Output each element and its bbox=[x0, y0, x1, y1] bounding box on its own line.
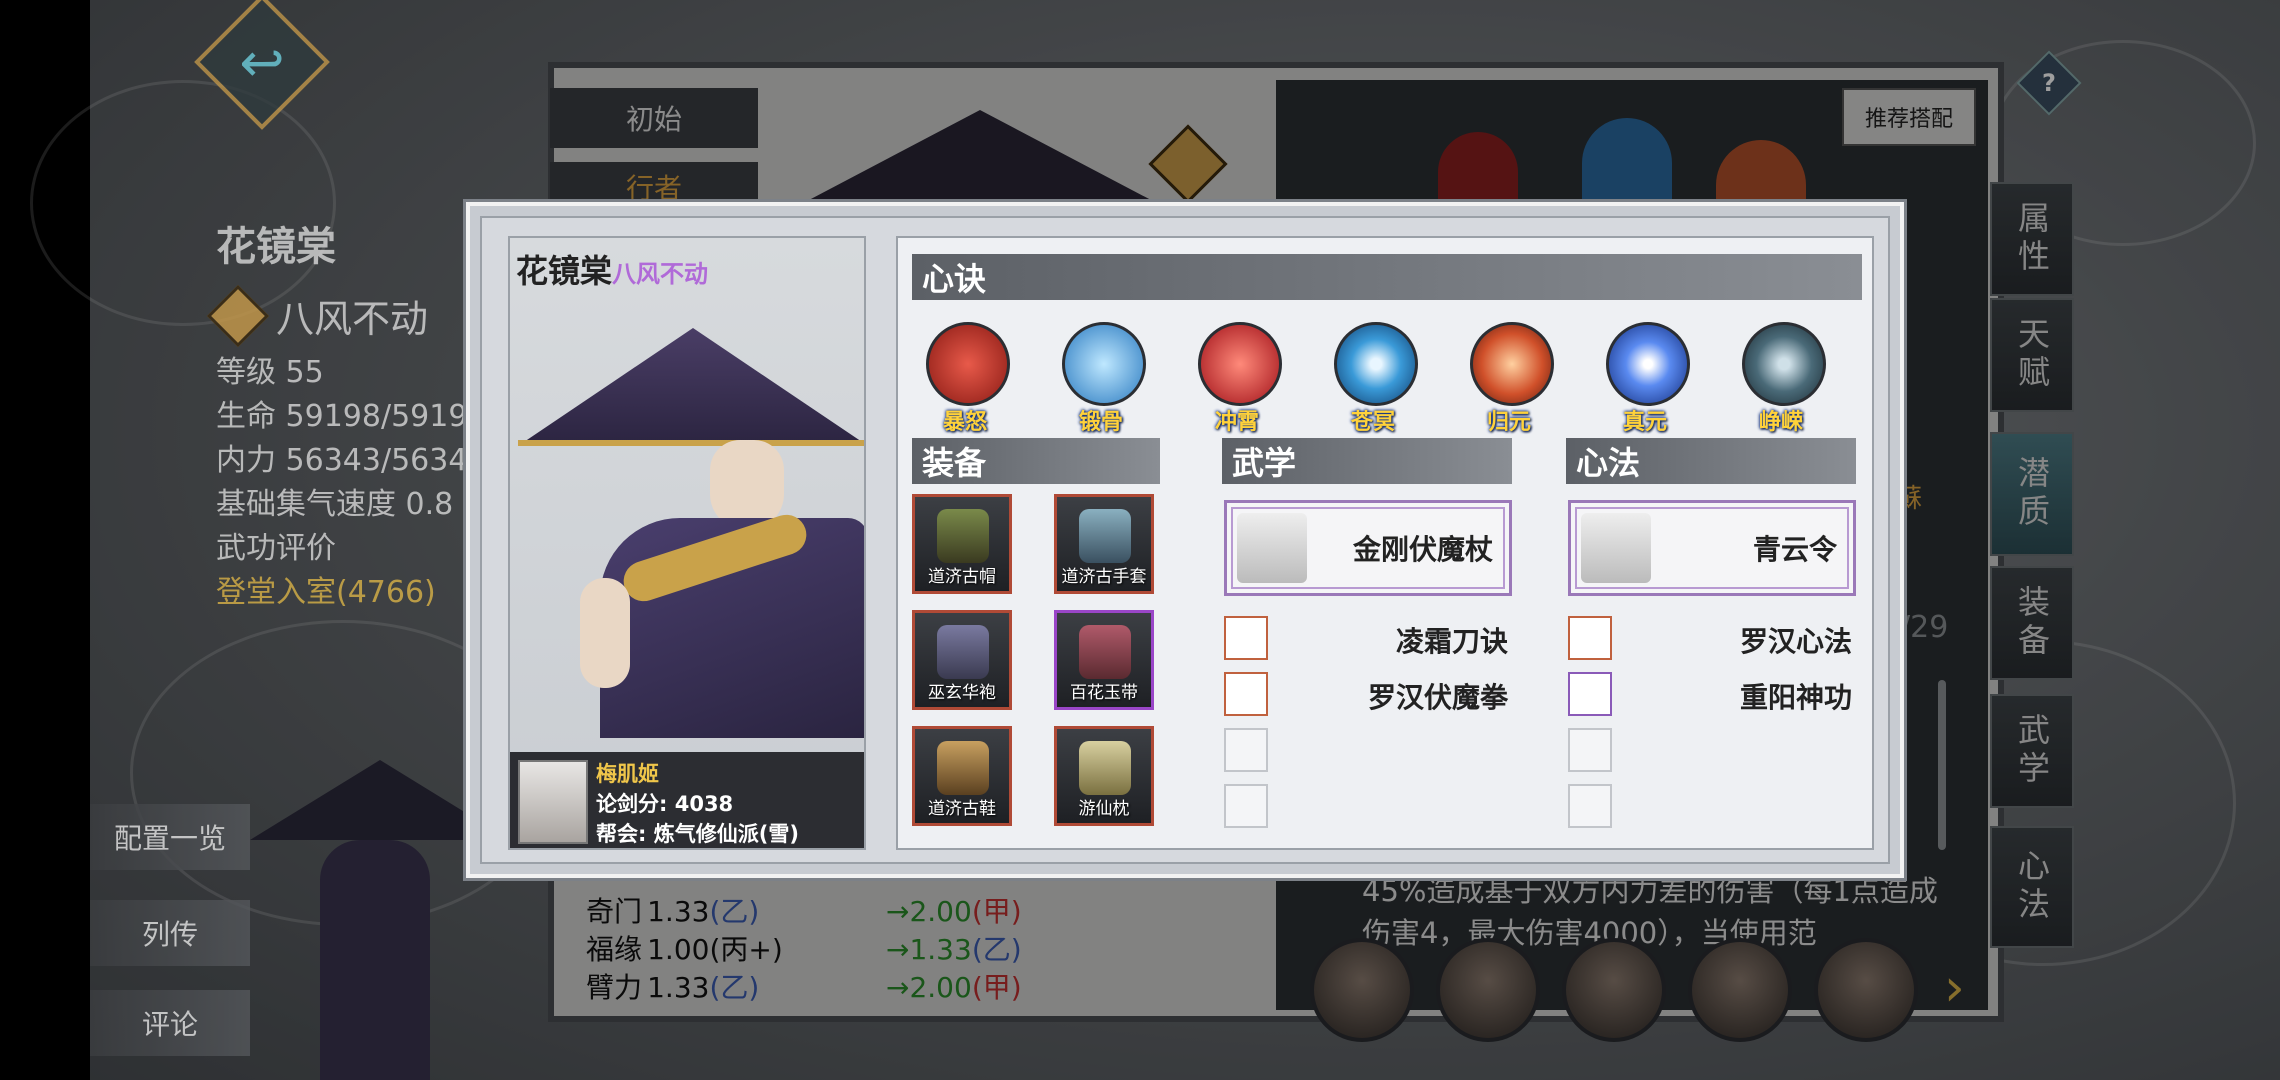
comment-button[interactable]: 评论 bbox=[90, 990, 250, 1056]
xinjue-label: 暴怒 bbox=[942, 410, 987, 435]
martial-main-skill[interactable]: 金刚伏魔杖 bbox=[1224, 500, 1512, 596]
xinjue-label: 峥嵘 bbox=[1758, 410, 1803, 435]
xinfa-sub-skill-name: 罗汉心法 bbox=[1739, 625, 1852, 658]
loadout-card: 心诀 暴怒 锻骨 冲霄 苍冥 归元 真元 峥嵘 装备 武学 心法 道济古帽 道济… bbox=[896, 236, 1874, 850]
stat-mp: 内力 56343/5634 bbox=[216, 443, 468, 478]
xinjue-return-icon[interactable] bbox=[1470, 322, 1554, 406]
equip-slot-robe[interactable]: 巫玄华袍 bbox=[912, 610, 1012, 710]
owner-info: 梅肌姬 论剑分: 4038 帮会: 炼气修仙派(雪) bbox=[510, 752, 864, 848]
xinfa-sub-skill-icon[interactable] bbox=[1568, 616, 1612, 660]
equip-slot-shoes[interactable]: 道济古鞋 bbox=[912, 726, 1012, 826]
rating-value: 登堂入室(4766) bbox=[216, 575, 436, 610]
martial-empty-slot[interactable] bbox=[1224, 728, 1268, 772]
config-overview-button[interactable]: 配置一览 bbox=[90, 804, 250, 870]
section-xinjue-header: 心诀 bbox=[912, 254, 1862, 300]
character-title: 八风不动 bbox=[276, 297, 429, 341]
card-character-title: 八风不动 bbox=[612, 260, 709, 288]
owner-avatar bbox=[518, 760, 588, 844]
rating-label: 武功评价 bbox=[216, 531, 336, 566]
card-header: 花镜棠八风不动 bbox=[516, 246, 708, 292]
martial-sub-skill-icon[interactable] bbox=[1224, 672, 1268, 716]
xinjue-label: 冲霄 bbox=[1214, 410, 1259, 435]
equip-slot-hat[interactable]: 道济古帽 bbox=[912, 494, 1012, 594]
xinjue-label: 真元 bbox=[1622, 410, 1667, 435]
character-detail-modal: 花镜棠八风不动 梅肌姬 论剑分: 4038 帮会: 炼气修仙派(雪) 心诀 暴怒… bbox=[466, 202, 1904, 878]
stat-level: 等级 55 bbox=[216, 355, 324, 390]
xinjue-label: 苍冥 bbox=[1350, 410, 1395, 435]
equip-slot-belt[interactable]: 百花玉带 bbox=[1054, 610, 1154, 710]
biography-button[interactable]: 列传 bbox=[90, 900, 250, 966]
face bbox=[710, 440, 784, 530]
xinjue-rage-icon[interactable] bbox=[926, 322, 1010, 406]
xinjue-label: 归元 bbox=[1486, 410, 1531, 435]
xinfa-main-skill[interactable]: 青云令 bbox=[1568, 500, 1856, 596]
martial-sub-skill-name: 罗汉伏魔拳 bbox=[1367, 681, 1508, 714]
martial-skill-icon bbox=[1237, 513, 1307, 583]
xinfa-skill-icon bbox=[1581, 513, 1651, 583]
xinjue-towering-icon[interactable] bbox=[1742, 322, 1826, 406]
section-martial-header: 武学 bbox=[1222, 438, 1512, 484]
xinjue-label: 锻骨 bbox=[1078, 410, 1123, 435]
card-character-name: 花镜棠 bbox=[516, 252, 613, 290]
xinjue-true-element-icon[interactable] bbox=[1606, 322, 1690, 406]
character-card: 花镜棠八风不动 梅肌姬 论剑分: 4038 帮会: 炼气修仙派(雪) bbox=[508, 236, 866, 850]
xinfa-empty-slot[interactable] bbox=[1568, 784, 1612, 828]
section-xinfa-header: 心法 bbox=[1566, 438, 1856, 484]
xinjue-bone-icon[interactable] bbox=[1062, 322, 1146, 406]
equip-slot-gloves[interactable]: 道济古手套 bbox=[1054, 494, 1154, 594]
xinfa-sub-skill-name: 重阳神功 bbox=[1739, 681, 1852, 714]
section-equipment-header: 装备 bbox=[912, 438, 1160, 484]
character-name: 花镜棠 bbox=[216, 224, 336, 270]
owner-score: 论剑分: 4038 bbox=[596, 792, 734, 816]
owner-name: 梅肌姬 bbox=[596, 762, 659, 786]
xinfa-empty-slot[interactable] bbox=[1568, 728, 1612, 772]
back-arrow-icon: ↩ bbox=[239, 30, 285, 94]
stat-hp: 生命 59198/5919 bbox=[216, 399, 468, 434]
xinjue-vortex-icon[interactable] bbox=[1334, 322, 1418, 406]
equip-slot-pillow[interactable]: 游仙枕 bbox=[1054, 726, 1154, 826]
xinjue-soar-icon[interactable] bbox=[1198, 322, 1282, 406]
xinfa-sub-skill-icon[interactable] bbox=[1568, 672, 1612, 716]
martial-sub-skill-icon[interactable] bbox=[1224, 616, 1268, 660]
raised-hand bbox=[580, 578, 630, 688]
martial-sub-skill-name: 凌霜刀诀 bbox=[1395, 625, 1508, 658]
owner-guild: 帮会: 炼气修仙派(雪) bbox=[596, 822, 799, 846]
stat-speed: 基础集气速度 0.8 bbox=[216, 487, 454, 522]
character-portrait-art bbox=[510, 328, 864, 738]
taiji-icon bbox=[206, 284, 270, 347]
bamboo-hat bbox=[518, 328, 864, 446]
martial-empty-slot[interactable] bbox=[1224, 784, 1268, 828]
left-character-info: 花镜棠 八风不动 等级 55 生命 59198/5919 内力 56343/56… bbox=[206, 214, 468, 615]
